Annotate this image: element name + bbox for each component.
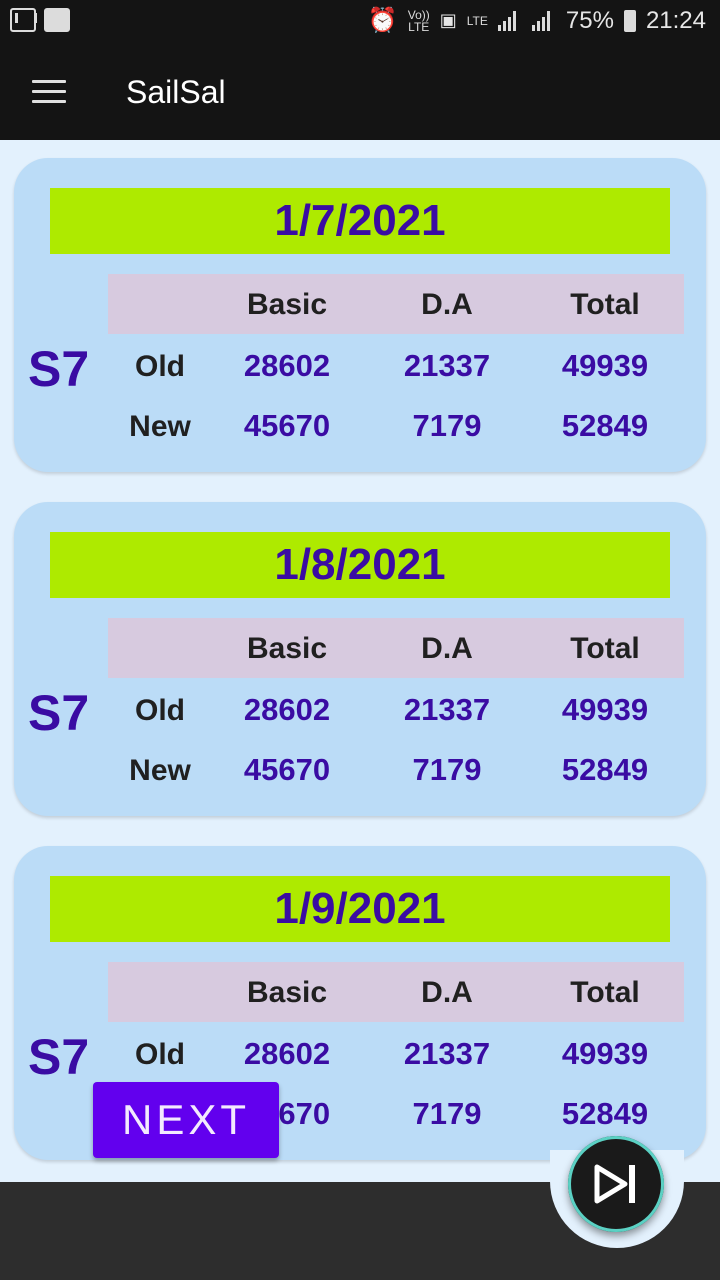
salary-card: 1/8/2021 Basic D.A Total S7 Old 28602 21337 4993…: [14, 502, 706, 816]
alarm-icon: ⏰: [367, 7, 398, 34]
app-title: SailSal: [126, 74, 226, 110]
column-header: D.A: [421, 632, 473, 665]
hamburger-menu-icon[interactable]: [32, 80, 66, 104]
volte-indicator: Vo)) LTE: [407, 7, 430, 34]
value-cell: 28602: [243, 692, 331, 727]
wifi-notification-icon: [44, 8, 70, 32]
grade-label: S7: [28, 685, 90, 741]
value-cell: 7179: [412, 752, 482, 787]
app-bar: SailSal: [0, 42, 720, 140]
column-header: Basic: [246, 976, 328, 1009]
grade-label: S7: [28, 341, 90, 397]
column-header: D.A: [421, 976, 473, 1009]
column-header: Total: [570, 632, 640, 665]
skip-next-button[interactable]: [568, 1136, 664, 1232]
row-label: New: [129, 754, 191, 787]
value-cell: 21337: [403, 1036, 491, 1071]
grade-label: S7: [28, 1029, 90, 1085]
column-header: Total: [570, 288, 640, 321]
battery-percent: 75%: [565, 6, 614, 34]
value-cell: 28602: [243, 348, 331, 383]
column-header: Total: [570, 976, 640, 1009]
value-cell: 7179: [412, 1096, 482, 1131]
card-date: 1/7/2021: [50, 188, 670, 254]
battery-icon: [623, 9, 636, 32]
next-button[interactable]: NEXT: [93, 1082, 279, 1158]
column-header: Basic: [246, 288, 328, 321]
row-label: Old: [135, 694, 185, 727]
value-cell: 52849: [561, 408, 649, 443]
value-cell: 28602: [243, 1036, 331, 1071]
card-date: 1/9/2021: [50, 876, 670, 942]
value-cell: 21337: [403, 692, 491, 727]
value-cell: 52849: [561, 752, 649, 787]
value-cell: 52849: [561, 1096, 649, 1131]
lte-indicator: LTE: [466, 13, 488, 28]
value-cell: 7179: [412, 408, 482, 443]
column-header: Basic: [246, 632, 328, 665]
salary-card: 1/7/2021 Basic D.A Total S7 Old 28602 21337 4993…: [14, 158, 706, 472]
card-date: 1/8/2021: [50, 532, 670, 598]
value-cell: 21337: [403, 348, 491, 383]
signal-icon: [497, 10, 522, 31]
clock: 21:24: [645, 6, 706, 34]
column-header: D.A: [421, 288, 473, 321]
signal-icon-2: [531, 10, 556, 31]
row-label: Old: [135, 350, 185, 383]
value-cell: 49939: [561, 348, 649, 383]
sim-icon: ▣: [439, 10, 457, 30]
value-cell: 49939: [561, 692, 649, 727]
value-cell: 45670: [243, 752, 331, 787]
row-label: New: [129, 410, 191, 443]
skip-next-icon: [594, 1164, 635, 1204]
value-cell: 45670: [243, 408, 331, 443]
value-cell: 49939: [561, 1036, 649, 1071]
row-label: Old: [135, 1038, 185, 1071]
gmail-notification-icon: [10, 8, 37, 32]
status-bar: ⏰ Vo)) LTE ▣ LTE 75% 21:24: [0, 0, 720, 42]
